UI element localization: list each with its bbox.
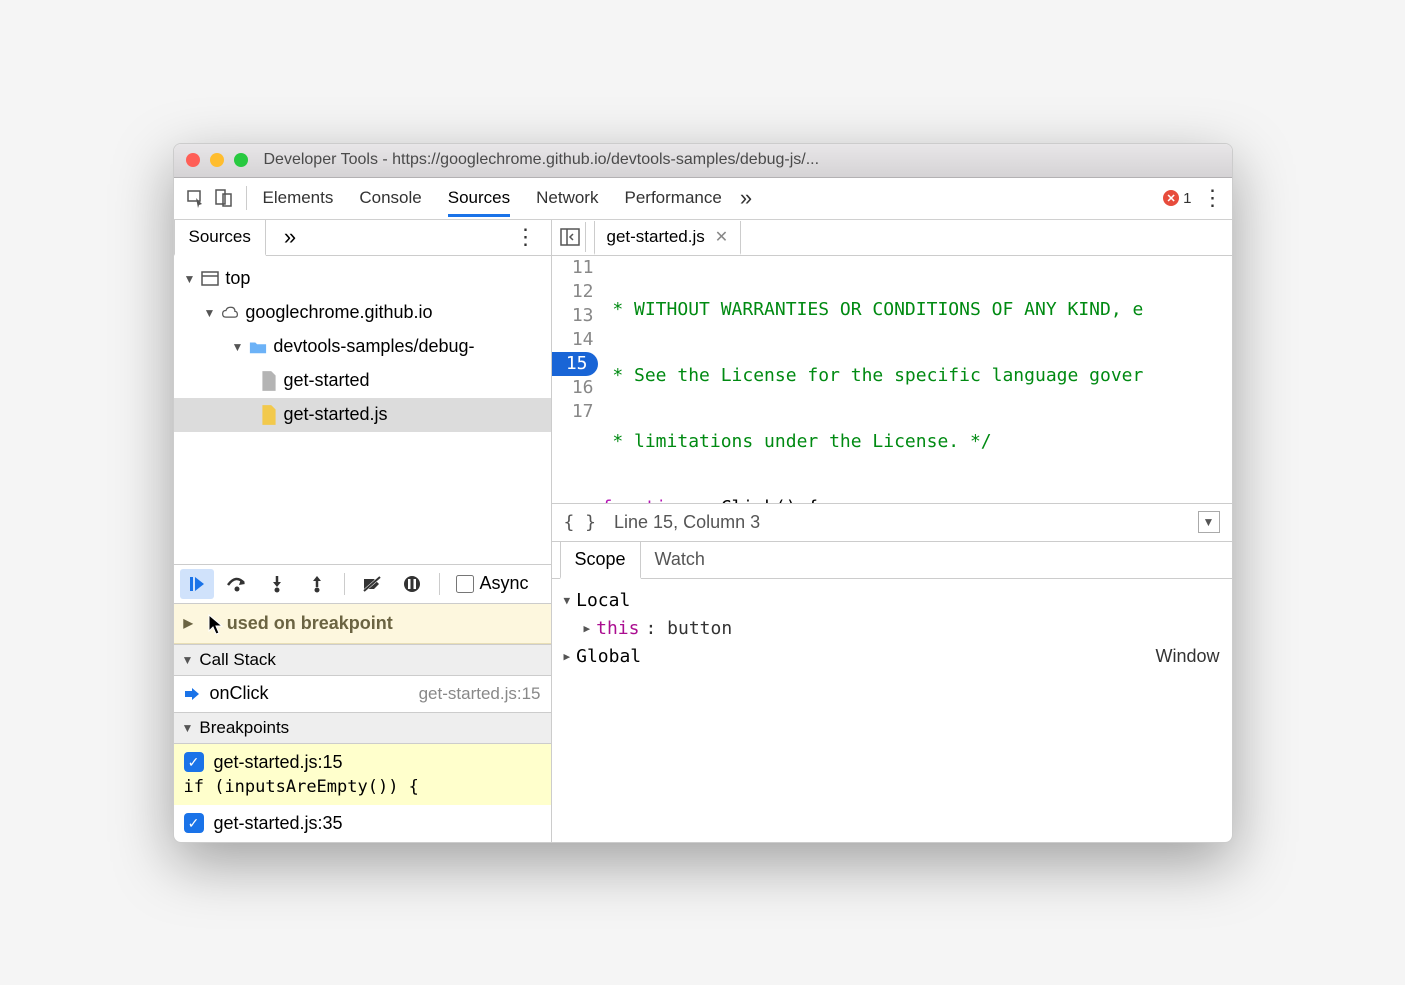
cloud-icon bbox=[221, 302, 239, 324]
step-over-button[interactable] bbox=[220, 569, 254, 599]
maximize-window-button[interactable] bbox=[234, 153, 248, 167]
paused-banner: ▶ used on breakpoint bbox=[174, 604, 551, 644]
debugger-toolbar: Async bbox=[174, 564, 551, 604]
deactivate-breakpoints-button[interactable] bbox=[355, 569, 389, 599]
breakpoint-checkbox[interactable]: ✓ bbox=[184, 813, 204, 833]
script-icon bbox=[260, 404, 278, 426]
scope-this[interactable]: ▶ this: button bbox=[564, 615, 1220, 643]
tree-file-js[interactable]: get-started.js bbox=[174, 398, 551, 432]
step-out-button[interactable] bbox=[300, 569, 334, 599]
line-gutter[interactable]: 11 12 13 14 15 16 17 bbox=[552, 256, 602, 503]
scope-global[interactable]: ▶ Global Window bbox=[564, 643, 1220, 671]
titlebar[interactable]: Developer Tools - https://googlechrome.g… bbox=[174, 144, 1232, 178]
breakpoint-checkbox[interactable]: ✓ bbox=[184, 752, 204, 772]
editor-status-bar: { } Line 15, Column 3 ▼ bbox=[552, 503, 1232, 541]
tab-console[interactable]: Console bbox=[359, 188, 421, 209]
tree-top[interactable]: ▼ top bbox=[174, 262, 551, 296]
left-pane: Sources » ⋮ ▼ top ▼ googlechrome.github.… bbox=[174, 220, 552, 842]
watch-tab[interactable]: Watch bbox=[641, 542, 719, 577]
resume-button[interactable] bbox=[180, 569, 214, 599]
current-frame-icon bbox=[184, 687, 200, 701]
tabs-overflow-icon[interactable]: » bbox=[740, 185, 752, 211]
error-count-badge[interactable]: ✕ 1 bbox=[1163, 190, 1191, 207]
breakpoints-header[interactable]: ▼ Breakpoints bbox=[174, 712, 551, 744]
pretty-print-button[interactable]: { } bbox=[564, 512, 597, 533]
tab-network[interactable]: Network bbox=[536, 188, 598, 209]
cursor-icon bbox=[208, 614, 224, 636]
tab-sources[interactable]: Sources bbox=[448, 188, 510, 217]
scope-local[interactable]: ▼ Local bbox=[564, 587, 1220, 615]
call-stack-header[interactable]: ▼ Call Stack bbox=[174, 644, 551, 676]
toggle-drawer-icon[interactable]: ▼ bbox=[1198, 511, 1220, 533]
right-pane: get-started.js ✕ 11 12 13 14 15 16 17 * … bbox=[552, 220, 1232, 842]
scope-panel: ▼ Local ▶ this: button ▶ Global Window bbox=[552, 579, 1232, 842]
inspect-element-icon[interactable] bbox=[182, 184, 210, 212]
tree-domain[interactable]: ▼ googlechrome.github.io bbox=[174, 296, 551, 330]
close-window-button[interactable] bbox=[186, 153, 200, 167]
code-editor[interactable]: 11 12 13 14 15 16 17 * WITHOUT WARRANTIE… bbox=[552, 256, 1232, 503]
scope-tab[interactable]: Scope bbox=[560, 542, 641, 579]
tab-performance[interactable]: Performance bbox=[624, 188, 721, 209]
error-icon: ✕ bbox=[1163, 190, 1179, 206]
tree-folder[interactable]: ▼ devtools-samples/debug- bbox=[174, 330, 551, 364]
file-tree: ▼ top ▼ googlechrome.github.io ▼ devtool… bbox=[174, 256, 551, 564]
tab-elements[interactable]: Elements bbox=[263, 188, 334, 209]
call-stack-frame[interactable]: onClick get-started.js:15 bbox=[174, 676, 551, 712]
settings-menu-icon[interactable]: ⋮ bbox=[1202, 185, 1224, 211]
frame-icon bbox=[201, 268, 219, 290]
async-checkbox[interactable]: Async bbox=[456, 573, 529, 594]
cursor-position: Line 15, Column 3 bbox=[614, 512, 760, 533]
navigator-tabs-overflow[interactable]: » bbox=[284, 224, 296, 250]
close-tab-icon[interactable]: ✕ bbox=[715, 227, 728, 247]
navigator-menu-icon[interactable]: ⋮ bbox=[515, 224, 537, 250]
editor-file-tab[interactable]: get-started.js ✕ bbox=[594, 221, 742, 255]
document-icon bbox=[260, 370, 278, 392]
devtools-window: Developer Tools - https://googlechrome.g… bbox=[173, 143, 1233, 843]
folder-icon bbox=[249, 336, 267, 358]
breakpoint-item[interactable]: ✓ get-started.js:15 if (inputsAreEmpty()… bbox=[174, 744, 551, 805]
breakpoint-item[interactable]: ✓ get-started.js:35 bbox=[174, 805, 551, 842]
toggle-navigator-icon[interactable] bbox=[556, 222, 586, 252]
step-into-button[interactable] bbox=[260, 569, 294, 599]
navigator-tab-sources[interactable]: Sources bbox=[174, 220, 266, 256]
minimize-window-button[interactable] bbox=[210, 153, 224, 167]
tree-file-html[interactable]: get-started bbox=[174, 364, 551, 398]
main-toolbar: Elements Console Sources Network Perform… bbox=[174, 178, 1232, 220]
pause-on-exceptions-button[interactable] bbox=[395, 569, 429, 599]
window-title: Developer Tools - https://googlechrome.g… bbox=[264, 151, 820, 169]
device-toggle-icon[interactable] bbox=[210, 184, 238, 212]
